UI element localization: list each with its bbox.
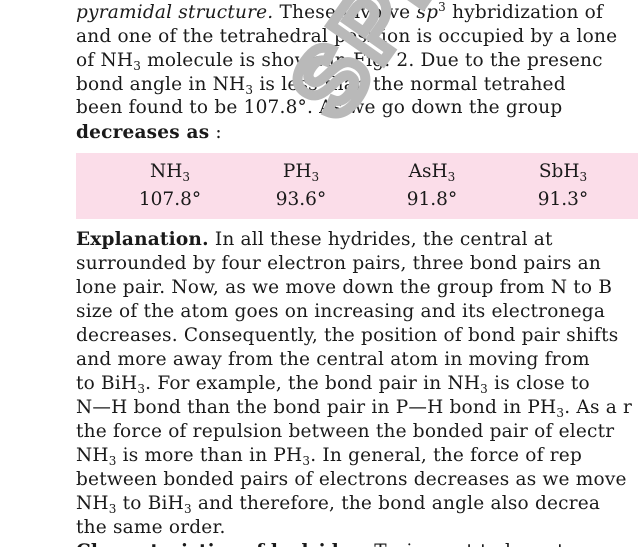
document-page: pyramidal structure. These involve sp3 h… [0,0,638,547]
hydride-formula: SbH3 [538,161,588,184]
text-line: between bonded pairs of electrons decrea… [76,469,627,490]
bond-angle-table: NH3 107.8° PH3 93.6° AsH3 91.8° SbH3 91.3° [76,153,638,219]
text-line: surrounded by four electron pairs, three… [76,253,601,274]
text-line: decreases. Consequently, the position of… [76,325,619,346]
text-line: to BiH3. For example, the bond pair in N… [76,373,590,396]
text-line: Characteristics of hydrides. Trying not … [76,540,565,547]
text-line: NH3 is more than in PH3. In general, the… [76,445,582,468]
text-line: lone pair. Now, as we move down the grou… [76,277,613,298]
bond-angle-value: 91.3° [537,189,589,210]
text-line: size of the atom goes on increasing and … [76,301,606,322]
bond-angle-value: 93.6° [275,189,327,210]
bond-angle-value: 107.8° [138,189,202,210]
text-line: the same order. [76,517,226,538]
text-line: N—H bond than the bond pair in P—H bond … [76,397,633,420]
hydride-formula: NH3 [150,161,190,184]
bond-angle-value: 91.8° [406,189,458,210]
hydride-formula: AsH3 [408,161,456,184]
hydride-formula: PH3 [282,161,320,184]
text-line: NH3 to BiH3 and therefore, the bond angl… [76,493,601,516]
text-line: the force of repulsion between the bonde… [76,421,615,442]
text-line: Explanation. In all these hydrides, the … [76,229,553,250]
text-line: decreases as : [76,122,222,143]
text-line: and more away from the central atom in m… [76,349,590,370]
